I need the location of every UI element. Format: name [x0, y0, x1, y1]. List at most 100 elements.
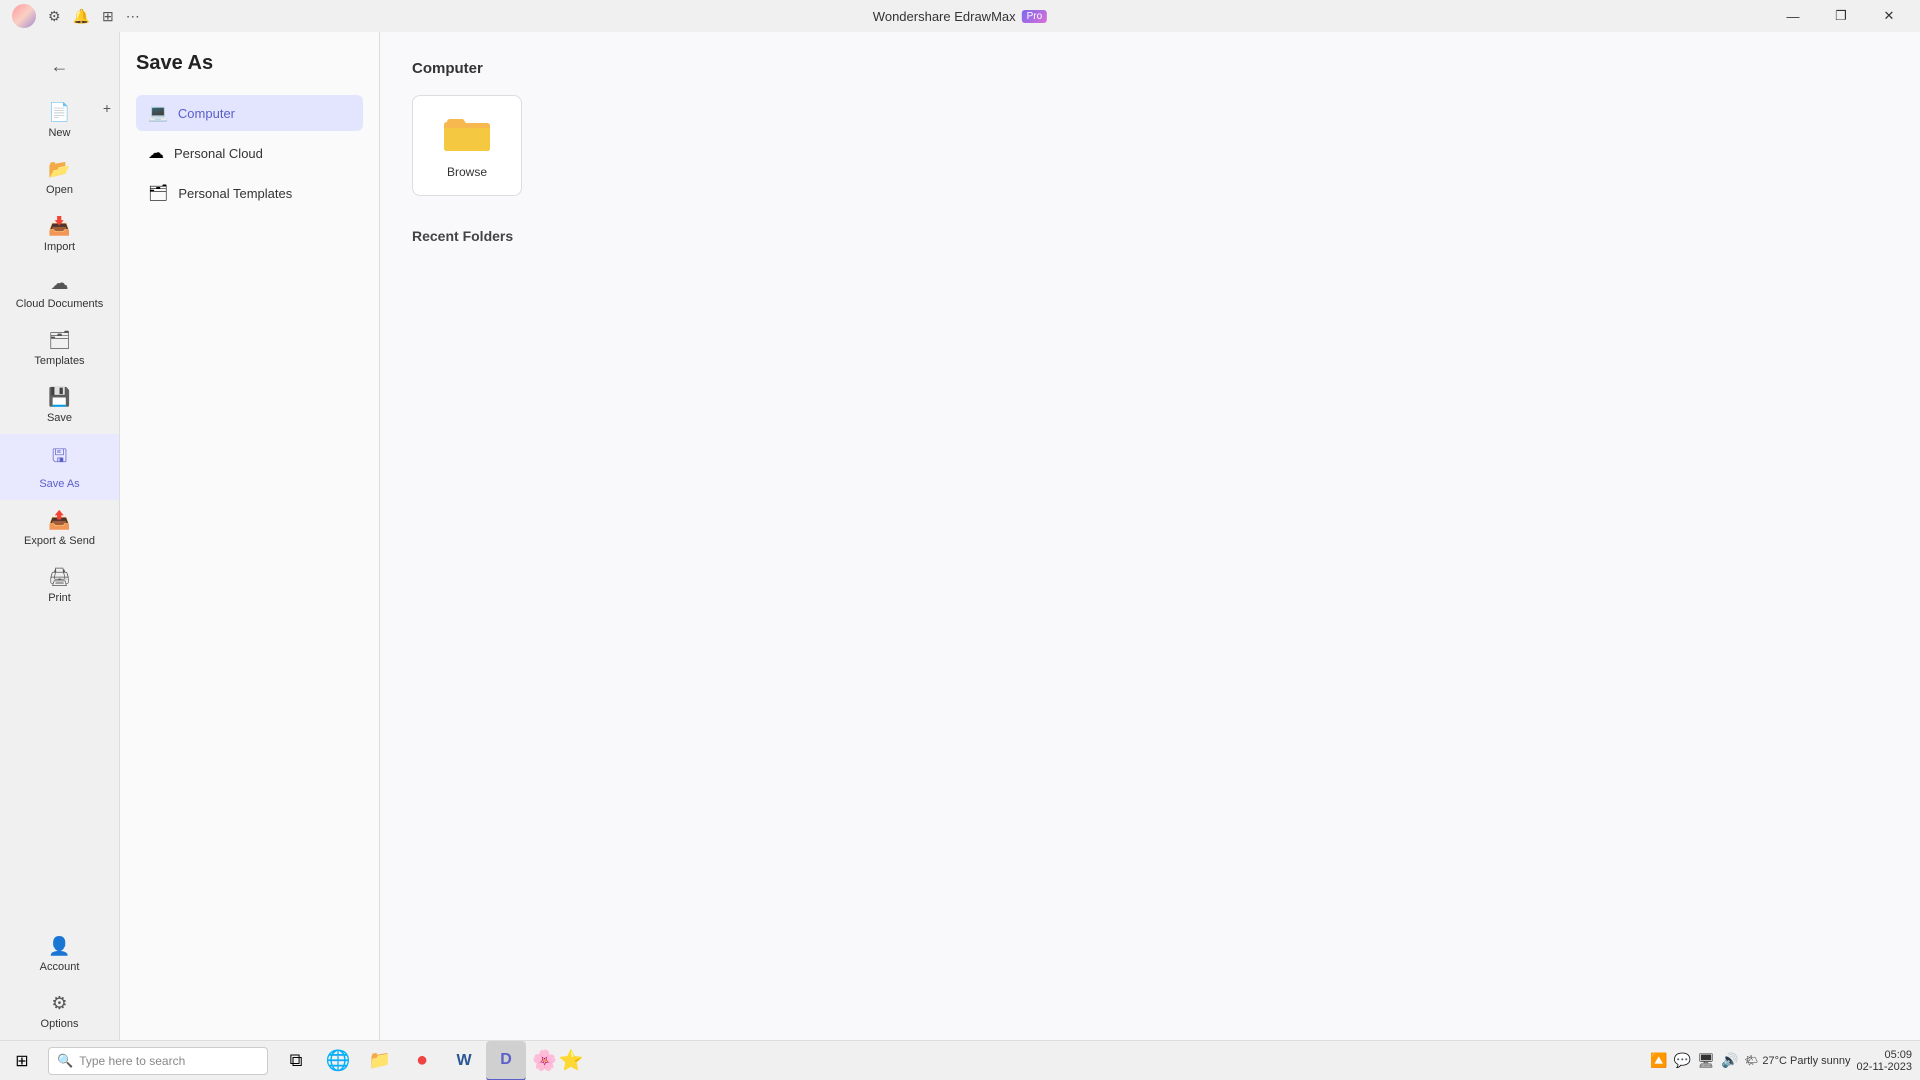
- sidebar-item-options-label: Options: [41, 1018, 79, 1030]
- sidebar-item-save-as[interactable]: 🖫 Save As: [0, 434, 119, 500]
- personal-templates-icon: 🗂: [148, 183, 168, 203]
- sidebar-item-print-label: Print: [48, 592, 71, 604]
- folder-icon-wrap: [443, 112, 491, 157]
- sidebar-item-open[interactable]: 📂 Open: [0, 149, 119, 206]
- taskbar-apps: ⧉ 🌐 📁 ● W D: [276, 1041, 526, 1080]
- edraw-icon: D: [500, 1051, 512, 1069]
- sidebar-left: ← 📄 New + 📂 Open 📥 Import ☁ Cloud Docume…: [0, 32, 120, 1040]
- sub-nav-personal-templates[interactable]: 🗂 Personal Templates: [136, 175, 363, 211]
- volume-icon[interactable]: 🔊: [1721, 1052, 1738, 1069]
- edge-icon: 🌐: [326, 1048, 351, 1073]
- folder-svg: [443, 112, 491, 152]
- title-bar: ⚙ 🔔 ⊞ ⋯ Wondershare EdrawMax Pro — ❐ ✕: [0, 0, 1920, 32]
- sidebar-item-import-label: Import: [44, 241, 75, 253]
- settings-icon[interactable]: ⚙: [48, 8, 61, 25]
- share-icon[interactable]: ⊞: [102, 8, 114, 25]
- taskbar-right: 🔼 💬 🖥 🔊 🌤 27°C Partly sunny 05:09 02-11-…: [1650, 1049, 1920, 1073]
- save-icon: 💾: [48, 387, 70, 408]
- open-icon: 📂: [48, 159, 70, 180]
- more-icon[interactable]: ⋯: [126, 8, 140, 25]
- recent-folders-title: Recent Folders: [412, 228, 1888, 244]
- sidebar-item-save-as-label: Save As: [39, 478, 79, 490]
- save-as-panel: Save As 💻 Computer ☁ Personal Cloud 🗂 Pe…: [120, 32, 380, 1040]
- taskbar-extra-icons: 🌸 ⭐: [532, 1048, 584, 1073]
- app-container: ← 📄 New + 📂 Open 📥 Import ☁ Cloud Docume…: [0, 32, 1920, 1040]
- sidebar-item-options[interactable]: ⚙ Options: [0, 983, 119, 1040]
- save-as-icon: 🖫: [52, 444, 67, 474]
- personal-cloud-icon: ☁: [148, 143, 164, 163]
- start-button[interactable]: ⊞: [0, 1041, 44, 1080]
- taskbar-app-file-explorer[interactable]: 📁: [360, 1041, 400, 1080]
- sub-nav-computer-label: Computer: [178, 106, 235, 121]
- import-icon: 📥: [48, 216, 70, 237]
- time-display: 05:09: [1884, 1049, 1912, 1061]
- taskbar-time[interactable]: 05:09 02-11-2023: [1857, 1049, 1912, 1073]
- sub-nav-personal-cloud[interactable]: ☁ Personal Cloud: [136, 135, 363, 171]
- start-icon: ⊞: [15, 1051, 28, 1071]
- bell-icon[interactable]: 🔔: [73, 8, 90, 25]
- app-name: Wondershare EdrawMax: [873, 9, 1016, 24]
- search-icon: 🔍: [57, 1053, 73, 1069]
- task-view-icon: ⧉: [290, 1050, 303, 1071]
- minimize-button[interactable]: —: [1770, 0, 1816, 32]
- sidebar-item-new[interactable]: 📄 New +: [0, 92, 119, 149]
- file-explorer-icon: 📁: [369, 1050, 391, 1071]
- chrome-icon: ●: [416, 1049, 428, 1072]
- word-icon: W: [456, 1052, 471, 1070]
- new-icon: 📄: [48, 102, 70, 123]
- sidebar-item-save-label: Save: [47, 412, 72, 424]
- chat-icon[interactable]: 💬: [1674, 1052, 1691, 1069]
- weather-icon: 🌤: [1744, 1054, 1758, 1067]
- title-bar-left-icons: ⚙ 🔔 ⊞ ⋯: [12, 4, 140, 28]
- back-button[interactable]: ←: [38, 44, 82, 88]
- print-icon: 🖨: [48, 567, 71, 588]
- sidebar-item-open-label: Open: [46, 184, 73, 196]
- search-placeholder: Type here to search: [79, 1054, 185, 1068]
- close-button[interactable]: ✕: [1866, 0, 1912, 32]
- sidebar-bottom: 👤 Account ⚙ Options: [0, 926, 119, 1040]
- main-content: Computer Browse Recent Folders: [380, 32, 1920, 1040]
- sub-nav-personal-templates-label: Personal Templates: [178, 186, 292, 201]
- restore-button[interactable]: ❐: [1818, 0, 1864, 32]
- sidebar-item-new-label: New: [48, 127, 70, 139]
- avatar[interactable]: [12, 4, 36, 28]
- flower-icon-2: ⭐: [559, 1048, 584, 1073]
- taskbar-app-task-view[interactable]: ⧉: [276, 1041, 316, 1080]
- sidebar-item-print[interactable]: 🖨 Print: [0, 557, 119, 614]
- taskbar-app-edraw[interactable]: D: [486, 1041, 526, 1080]
- taskbar-search-box[interactable]: 🔍 Type here to search: [48, 1047, 268, 1075]
- display-icon[interactable]: 🖥: [1697, 1052, 1715, 1069]
- sidebar-item-account[interactable]: 👤 Account: [0, 926, 119, 983]
- sidebar-item-import[interactable]: 📥 Import: [0, 206, 119, 263]
- sidebar-item-save[interactable]: 💾 Save: [0, 377, 119, 434]
- export-icon: 📤: [48, 510, 70, 531]
- sidebar-item-account-label: Account: [40, 961, 80, 973]
- sidebar-item-cloud-documents[interactable]: ☁ Cloud Documents: [0, 263, 119, 320]
- plus-icon: +: [103, 100, 111, 116]
- options-icon: ⚙: [51, 993, 67, 1014]
- sidebar-item-templates-label: Templates: [34, 355, 84, 367]
- templates-icon: 🗂: [48, 330, 71, 351]
- notification-icon[interactable]: 🔼: [1650, 1052, 1667, 1069]
- sub-nav-personal-cloud-label: Personal Cloud: [174, 146, 263, 161]
- sidebar-item-templates[interactable]: 🗂 Templates: [0, 320, 119, 377]
- taskbar-app-chrome[interactable]: ●: [402, 1041, 442, 1080]
- flower-icon-1: 🌸: [532, 1048, 557, 1073]
- computer-icon: 💻: [148, 103, 168, 123]
- sidebar-item-export-send[interactable]: 📤 Export & Send: [0, 500, 119, 557]
- weather-text: 27°C Partly sunny: [1762, 1055, 1850, 1067]
- taskbar-app-edge[interactable]: 🌐: [318, 1041, 358, 1080]
- account-icon: 👤: [48, 936, 70, 957]
- taskbar-app-word[interactable]: W: [444, 1041, 484, 1080]
- sidebar-item-cloud-label: Cloud Documents: [16, 298, 103, 310]
- sub-nav-computer[interactable]: 💻 Computer: [136, 95, 363, 131]
- back-icon: ←: [51, 56, 69, 77]
- browse-card[interactable]: Browse: [412, 95, 522, 196]
- computer-section-title: Computer: [412, 60, 1888, 77]
- panel-title: Save As: [136, 52, 363, 75]
- window-controls: — ❐ ✕: [1770, 0, 1912, 32]
- taskbar-weather[interactable]: 🌤 27°C Partly sunny: [1744, 1054, 1850, 1067]
- date-display: 02-11-2023: [1857, 1061, 1912, 1073]
- browse-label: Browse: [447, 165, 487, 179]
- pro-badge: Pro: [1022, 10, 1048, 23]
